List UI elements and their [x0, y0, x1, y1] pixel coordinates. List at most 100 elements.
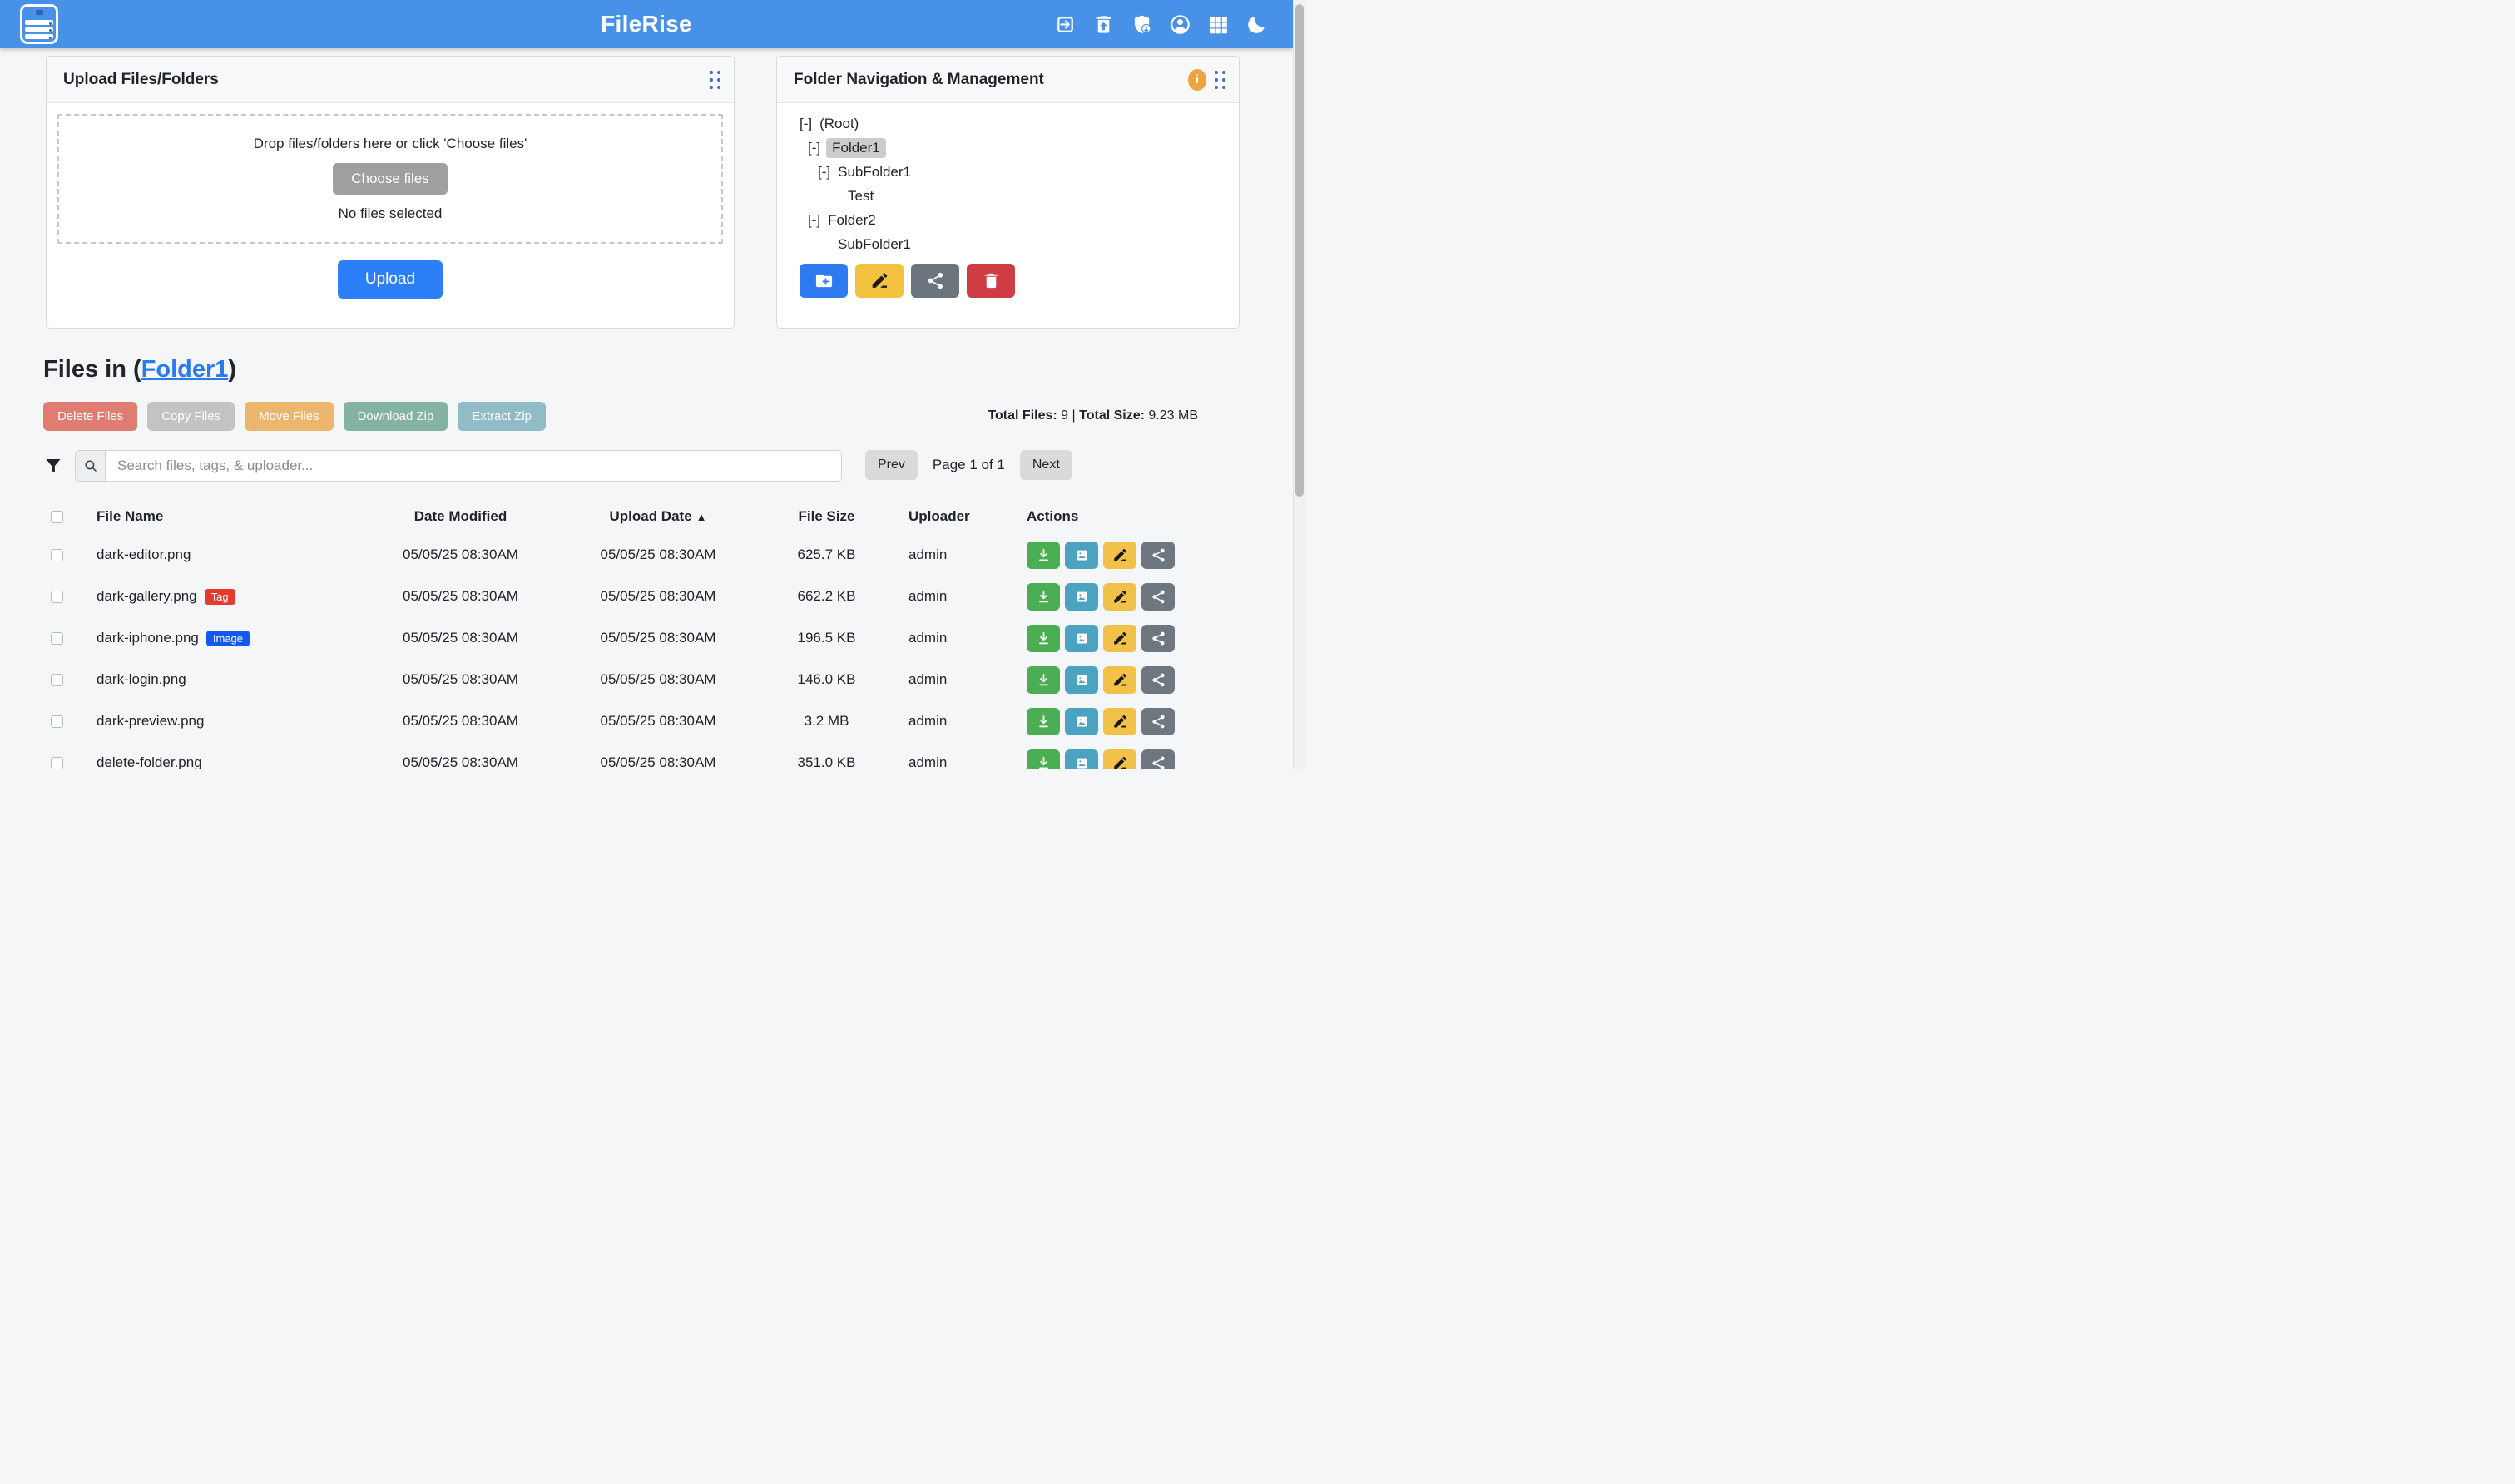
uploader-cell: admin — [895, 671, 1012, 688]
rename-folder-button[interactable] — [855, 264, 904, 298]
download-zip-button[interactable]: Download Zip — [344, 402, 448, 431]
file-name-cell[interactable]: delete-folder.png — [80, 754, 363, 769]
row-checkbox[interactable] — [51, 715, 63, 728]
page-indicator: Page 1 of 1 — [933, 457, 1005, 473]
column-header-uploader[interactable]: Uploader — [895, 508, 1012, 525]
upload-button[interactable]: Upload — [338, 260, 443, 299]
row-checkbox[interactable] — [51, 591, 63, 603]
upload-date-cell: 05/05/25 08:30AM — [558, 630, 758, 646]
tree-expander-toggle[interactable]: [-] — [808, 212, 820, 229]
file-name-cell[interactable]: dark-gallery.pngTag — [80, 588, 363, 605]
row-checkbox[interactable] — [51, 674, 63, 686]
share-file-button[interactable] — [1141, 708, 1175, 735]
rename-file-button[interactable] — [1103, 625, 1136, 652]
tree-folder-label[interactable]: SubFolder1 — [836, 235, 913, 254]
download-file-button[interactable] — [1027, 625, 1060, 652]
download-file-button[interactable] — [1027, 666, 1060, 694]
tree-expander-toggle[interactable]: [-] — [808, 140, 820, 156]
dark-mode-icon[interactable] — [1245, 13, 1268, 36]
user-profile-icon[interactable] — [1169, 13, 1191, 36]
create-folder-button[interactable] — [800, 264, 848, 298]
delete-files-button[interactable]: Delete Files — [43, 402, 137, 431]
row-checkbox[interactable] — [51, 549, 63, 561]
date-modified-cell: 05/05/25 08:30AM — [363, 547, 558, 563]
share-file-button[interactable] — [1141, 625, 1175, 652]
select-all-checkbox[interactable] — [51, 511, 63, 523]
preview-image-button[interactable] — [1065, 625, 1098, 652]
preview-image-button[interactable] — [1065, 666, 1098, 694]
share-file-button[interactable] — [1141, 542, 1175, 569]
server-logo-vent — [36, 10, 43, 15]
file-name[interactable]: delete-folder.png — [97, 754, 202, 769]
row-checkbox[interactable] — [51, 632, 63, 645]
file-name[interactable]: dark-editor.png — [97, 547, 191, 563]
tree-folder-label[interactable]: SubFolder1 — [836, 163, 913, 181]
preview-image-button[interactable] — [1065, 542, 1098, 569]
file-name-cell[interactable]: dark-login.png — [80, 671, 363, 688]
download-file-button[interactable] — [1027, 542, 1060, 569]
rename-file-button[interactable] — [1103, 749, 1136, 770]
next-page-button[interactable]: Next — [1020, 450, 1072, 480]
file-name-cell[interactable]: dark-editor.png — [80, 547, 363, 563]
current-folder-link[interactable]: Folder1 — [141, 356, 229, 383]
file-name[interactable]: dark-iphone.png — [97, 630, 199, 646]
upload-dropzone[interactable]: Drop files/folders here or click 'Choose… — [57, 114, 723, 244]
upload-card: Upload Files/Folders Drop files/folders … — [46, 56, 735, 329]
server-logo-icon[interactable] — [20, 4, 58, 44]
delete-folder-button[interactable] — [967, 264, 1015, 298]
file-name-cell[interactable]: dark-preview.png — [80, 713, 363, 730]
share-file-button[interactable] — [1141, 749, 1175, 770]
download-file-button[interactable] — [1027, 583, 1060, 611]
admin-shield-icon[interactable] — [1131, 13, 1153, 36]
share-file-button[interactable] — [1141, 666, 1175, 694]
preview-image-button[interactable] — [1065, 749, 1098, 770]
folder-tree: [-] (Root) [-] Folder1 [-] SubFolder1 Test [-] F… — [777, 103, 1239, 256]
drag-handle-icon[interactable] — [710, 71, 720, 89]
column-header-file-name[interactable]: File Name — [80, 508, 363, 525]
column-header-upload-date[interactable]: Upload Date▲ — [558, 508, 758, 525]
search-input[interactable] — [106, 451, 841, 481]
date-modified-cell: 05/05/25 08:30AM — [363, 754, 558, 769]
tree-node: [-] Folder2 — [800, 208, 1239, 232]
choose-files-button[interactable]: Choose files — [333, 163, 448, 195]
file-name-cell[interactable]: dark-iphone.pngImage — [80, 630, 363, 646]
file-name[interactable]: dark-login.png — [97, 671, 186, 688]
rename-file-button[interactable] — [1103, 708, 1136, 735]
tree-node: [-] SubFolder1 — [800, 160, 1239, 184]
total-files-label: Total Files: — [988, 408, 1057, 423]
download-file-button[interactable] — [1027, 749, 1060, 770]
share-folder-button[interactable] — [911, 264, 959, 298]
restore-trash-icon[interactable] — [1092, 13, 1115, 36]
tree-folder-label[interactable]: Folder1 — [826, 138, 886, 158]
move-files-button[interactable]: Move Files — [245, 402, 334, 431]
rename-file-button[interactable] — [1103, 583, 1136, 611]
copy-files-button[interactable]: Copy Files — [147, 402, 235, 431]
tree-folder-label[interactable]: Test — [846, 187, 875, 205]
file-name[interactable]: dark-gallery.png — [97, 588, 197, 605]
rename-file-button[interactable] — [1103, 666, 1136, 694]
column-header-file-size[interactable]: File Size — [758, 508, 895, 525]
info-icon[interactable]: i — [1188, 69, 1206, 91]
tree-expander-toggle[interactable]: [-] — [818, 164, 830, 181]
drag-handle-icon[interactable] — [1215, 71, 1225, 89]
share-file-button[interactable] — [1141, 583, 1175, 611]
share-icon — [926, 271, 945, 290]
column-header-date-modified[interactable]: Date Modified — [363, 508, 558, 525]
prev-page-button[interactable]: Prev — [865, 450, 918, 480]
extract-zip-button[interactable]: Extract Zip — [458, 402, 546, 431]
download-file-button[interactable] — [1027, 708, 1060, 735]
file-name[interactable]: dark-preview.png — [97, 713, 204, 730]
rename-file-button[interactable] — [1103, 542, 1136, 569]
tree-folder-label[interactable]: Folder2 — [826, 211, 878, 230]
page-scrollbar-thumb[interactable] — [1295, 4, 1304, 497]
filter-icon[interactable] — [43, 456, 63, 476]
preview-image-button[interactable] — [1065, 708, 1098, 735]
preview-image-button[interactable] — [1065, 583, 1098, 611]
column-header-actions[interactable]: Actions — [1012, 508, 1178, 525]
tree-folder-label[interactable]: (Root) — [818, 115, 860, 133]
sign-in-icon[interactable] — [1054, 13, 1077, 36]
grid-view-icon[interactable] — [1207, 13, 1230, 36]
page-scrollbar[interactable] — [1293, 0, 1305, 769]
row-checkbox[interactable] — [51, 757, 63, 769]
tree-expander-toggle[interactable]: [-] — [800, 116, 812, 132]
